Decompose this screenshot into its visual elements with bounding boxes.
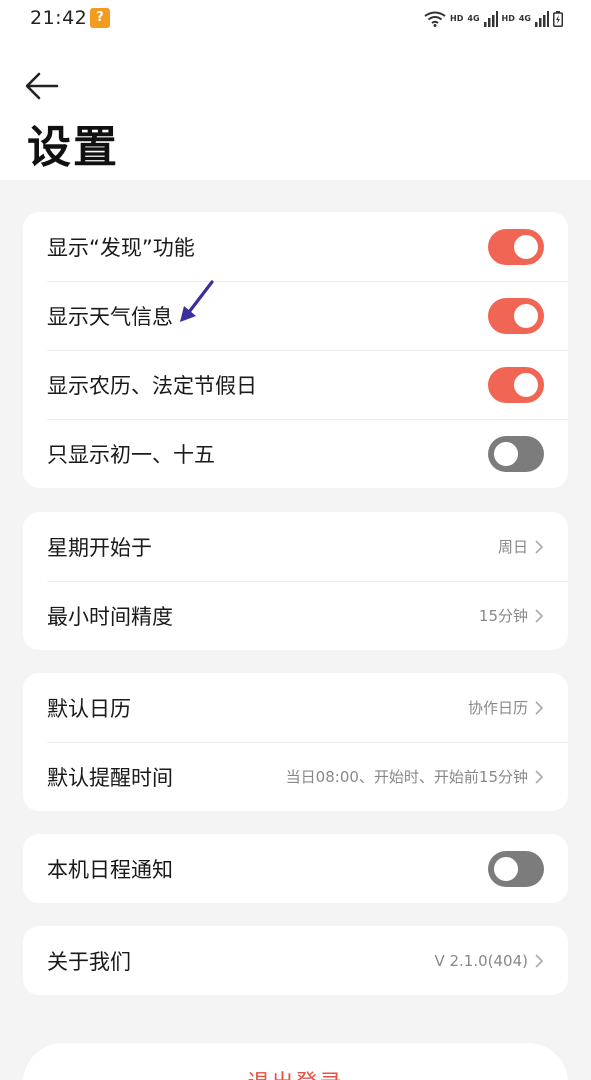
chevron-right-icon (535, 539, 544, 554)
display-settings-card: 显示“发现”功能 显示天气信息 显示农历、法定节假日 只显示初一、十五 (23, 212, 568, 488)
setting-row-show-lunar-holidays[interactable]: 显示农历、法定节假日 (23, 350, 568, 419)
setting-value: 当日08:00、开始时、开始前15分钟 (285, 768, 528, 786)
status-time: 21:42 (30, 7, 88, 29)
setting-row-show-discover[interactable]: 显示“发现”功能 (23, 212, 568, 281)
setting-row-default-calendar[interactable]: 默认日历 协作日历 (23, 673, 568, 742)
setting-value: 周日 (497, 538, 528, 556)
setting-label: 最小时间精度 (47, 604, 173, 629)
setting-row-default-reminder[interactable]: 默认提醒时间 当日08:00、开始时、开始前15分钟 (23, 742, 568, 811)
setting-value: 15分钟 (478, 607, 528, 625)
setting-label: 显示农历、法定节假日 (47, 373, 257, 398)
toggle-knob (512, 301, 540, 330)
toggle-knob (492, 439, 520, 468)
setting-label: 只显示初一、十五 (47, 442, 215, 467)
logout-button[interactable]: 退出登录 (23, 1043, 568, 1080)
setting-label: 显示“发现”功能 (47, 235, 195, 260)
page-title: 设置 (27, 122, 119, 173)
chevron-right-icon (535, 608, 544, 623)
network-gen-1: 4G (467, 14, 480, 23)
signal-icon-1 (483, 11, 498, 27)
setting-label: 本机日程通知 (47, 857, 173, 882)
time-settings-card: 星期开始于 周日 最小时间精度 15分钟 (23, 512, 568, 650)
setting-label: 关于我们 (47, 949, 131, 974)
notification-card: 本机日程通知 (23, 834, 568, 903)
hd-tag-2: HD (501, 14, 515, 23)
status-bar: 21:42 ? HD 4G HD 4G (0, 0, 591, 38)
signal-icon-2 (535, 11, 549, 27)
setting-label: 默认日历 (47, 696, 131, 721)
status-icons: HD 4G HD 4G (424, 8, 563, 30)
toggle-knob (492, 854, 520, 883)
setting-label: 星期开始于 (47, 535, 152, 560)
setting-row-week-start[interactable]: 星期开始于 周日 (23, 512, 568, 581)
show-weather-toggle[interactable] (488, 297, 544, 334)
about-card: 关于我们 V 2.1.0(404) (23, 926, 568, 995)
logout-label: 退出登录 (247, 1065, 343, 1080)
header-area: 21:42 ? HD 4G HD 4G 设置 (0, 0, 591, 180)
setting-row-about-us[interactable]: 关于我们 V 2.1.0(404) (23, 926, 568, 995)
back-arrow-icon (25, 72, 59, 100)
annotation-arrow-icon (180, 280, 214, 322)
setting-label: 显示天气信息 (47, 304, 173, 329)
setting-label: 默认提醒时间 (47, 765, 173, 790)
setting-row-local-notification[interactable]: 本机日程通知 (23, 834, 568, 903)
calendar-defaults-card: 默认日历 协作日历 默认提醒时间 当日08:00、开始时、开始前15分钟 (23, 673, 568, 811)
toggle-knob (512, 370, 540, 399)
setting-row-min-time-precision[interactable]: 最小时间精度 15分钟 (23, 581, 568, 650)
hd-tag-1: HD (450, 14, 464, 23)
toggle-knob (512, 232, 540, 261)
setting-value: 协作日历 (467, 699, 528, 717)
show-lunar-holidays-toggle[interactable] (488, 366, 544, 403)
wifi-icon (424, 11, 446, 27)
chevron-right-icon (535, 953, 544, 968)
chevron-right-icon (535, 700, 544, 715)
back-button[interactable] (22, 66, 62, 106)
version-value: V 2.1.0(404) (434, 951, 528, 970)
battery-charging-icon (553, 11, 563, 27)
network-gen-2: 4G (518, 14, 531, 23)
only-first-fifteenth-toggle[interactable] (488, 435, 544, 472)
setting-row-only-first-fifteenth[interactable]: 只显示初一、十五 (23, 419, 568, 488)
setting-row-show-weather[interactable]: 显示天气信息 (23, 281, 568, 350)
local-notification-toggle[interactable] (488, 850, 544, 887)
chevron-right-icon (535, 769, 544, 784)
show-discover-toggle[interactable] (488, 228, 544, 265)
notification-app-icon: ? (90, 8, 110, 28)
